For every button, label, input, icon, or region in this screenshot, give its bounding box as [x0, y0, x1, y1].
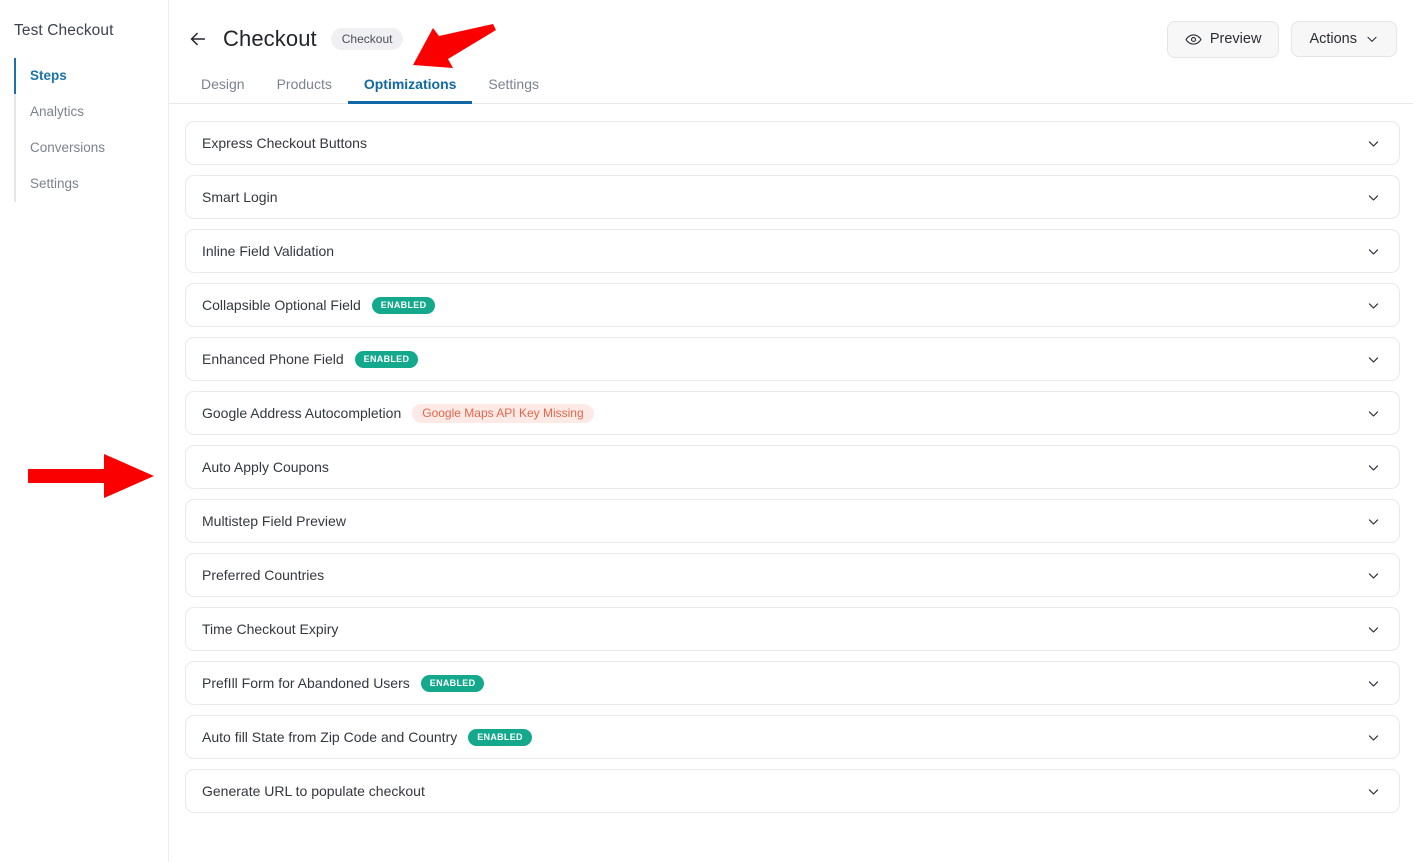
optimization-row-label: Auto Apply Coupons — [202, 459, 329, 475]
chevron-down-icon[interactable] — [1365, 567, 1381, 583]
optimization-row-label: Smart Login — [202, 189, 278, 205]
sidebar-item-conversions[interactable]: Conversions — [16, 130, 168, 166]
tab-bar: Design Products Optimizations Settings — [169, 70, 1413, 104]
app-root: Test Checkout Steps Analytics Conversion… — [0, 0, 1413, 862]
optimization-row-label: Generate URL to populate checkout — [202, 783, 425, 799]
main-content: Checkout Checkout Preview Actions Design… — [169, 0, 1413, 862]
status-badge: ENABLED — [354, 350, 419, 368]
optimization-row-label: Collapsible Optional Field — [202, 297, 361, 313]
chevron-down-icon — [1365, 32, 1379, 46]
chevron-down-icon[interactable] — [1365, 189, 1381, 205]
status-badge: ENABLED — [468, 728, 532, 746]
sidebar-title: Test Checkout — [14, 22, 114, 39]
page-title: Checkout — [223, 26, 317, 51]
tab-design[interactable]: Design — [185, 76, 261, 103]
sidebar-item-label: Steps — [30, 68, 67, 83]
chevron-down-icon[interactable] — [1365, 783, 1381, 799]
optimizations-list: Express Checkout Buttons Smart Login Inlin… — [169, 104, 1413, 813]
page-type-badge: Checkout — [330, 28, 404, 50]
chevron-down-icon[interactable] — [1365, 405, 1381, 421]
chevron-down-icon[interactable] — [1365, 135, 1381, 151]
back-arrow-icon[interactable] — [185, 26, 211, 52]
chevron-down-icon[interactable] — [1365, 621, 1381, 637]
tab-label: Products — [276, 76, 332, 92]
eye-icon — [1185, 31, 1202, 48]
chevron-down-icon[interactable] — [1365, 729, 1381, 745]
optimization-row-label: Preferred Countries — [202, 567, 325, 583]
optimization-row-label: Multistep Field Preview — [202, 513, 346, 529]
optimization-row-label: Auto fill State from Zip Code and Countr… — [202, 729, 458, 745]
tab-products[interactable]: Products — [261, 76, 348, 103]
optimization-row[interactable]: Google Address Autocompletion Google Maps… — [185, 391, 1400, 435]
optimization-row-label: Inline Field Validation — [202, 243, 335, 259]
status-badge: ENABLED — [420, 674, 485, 692]
optimization-row[interactable]: Auto Apply Coupons — [185, 445, 1400, 489]
chevron-down-icon[interactable] — [1365, 351, 1381, 367]
optimization-row[interactable]: Collapsible Optional Field ENABLED — [185, 283, 1400, 327]
sidebar-item-steps[interactable]: Steps — [14, 58, 168, 94]
optimization-row-label: PrefIll Form for Abandoned Users — [202, 675, 410, 691]
tab-settings[interactable]: Settings — [472, 76, 555, 103]
sidebar-item-settings[interactable]: Settings — [16, 166, 168, 202]
optimization-row[interactable]: PrefIll Form for Abandoned Users ENABLED — [185, 661, 1400, 705]
preview-button[interactable]: Preview — [1166, 20, 1280, 58]
optimization-row-label: Express Checkout Buttons — [202, 135, 367, 151]
optimization-row[interactable]: Time Checkout Expiry — [185, 607, 1400, 651]
optimization-row[interactable]: Enhanced Phone Field ENABLED — [185, 337, 1400, 381]
tab-label: Design — [201, 76, 245, 92]
sidebar-nav: Steps Analytics Conversions Settings — [14, 58, 168, 202]
chevron-down-icon[interactable] — [1365, 675, 1381, 691]
actions-button-label: Actions — [1309, 31, 1357, 47]
tab-label: Optimizations — [363, 76, 457, 92]
optimization-row[interactable]: Preferred Countries — [185, 553, 1400, 597]
chevron-down-icon[interactable] — [1365, 243, 1381, 259]
optimization-row[interactable]: Inline Field Validation — [185, 229, 1400, 273]
sidebar-item-label: Settings — [30, 176, 79, 191]
optimization-row-label: Google Address Autocompletion — [202, 405, 402, 421]
optimization-row[interactable]: Multistep Field Preview — [185, 499, 1400, 543]
actions-button[interactable]: Actions — [1291, 21, 1397, 57]
chevron-down-icon[interactable] — [1365, 459, 1381, 475]
sidebar-item-analytics[interactable]: Analytics — [16, 94, 168, 130]
optimization-row[interactable]: Generate URL to populate checkout — [185, 769, 1400, 813]
optimization-row[interactable]: Smart Login — [185, 175, 1400, 219]
status-badge: ENABLED — [371, 296, 436, 314]
sidebar: Test Checkout Steps Analytics Conversion… — [0, 0, 169, 862]
warning-badge: Google Maps API Key Missing — [412, 403, 594, 423]
sidebar-item-label: Conversions — [30, 140, 106, 155]
preview-button-label: Preview — [1209, 31, 1262, 47]
tab-optimizations[interactable]: Optimizations — [347, 76, 473, 104]
chevron-down-icon[interactable] — [1365, 513, 1381, 529]
optimization-row[interactable]: Express Checkout Buttons — [185, 121, 1400, 165]
tab-label: Settings — [488, 76, 539, 92]
sidebar-item-label: Analytics — [30, 104, 85, 119]
chevron-down-icon[interactable] — [1365, 297, 1381, 313]
optimization-row[interactable]: Auto fill State from Zip Code and Countr… — [185, 715, 1400, 759]
optimization-row-label: Enhanced Phone Field — [202, 351, 344, 367]
optimization-row-label: Time Checkout Expiry — [202, 621, 339, 637]
page-header: Checkout Checkout Preview Actions — [169, 0, 1413, 58]
